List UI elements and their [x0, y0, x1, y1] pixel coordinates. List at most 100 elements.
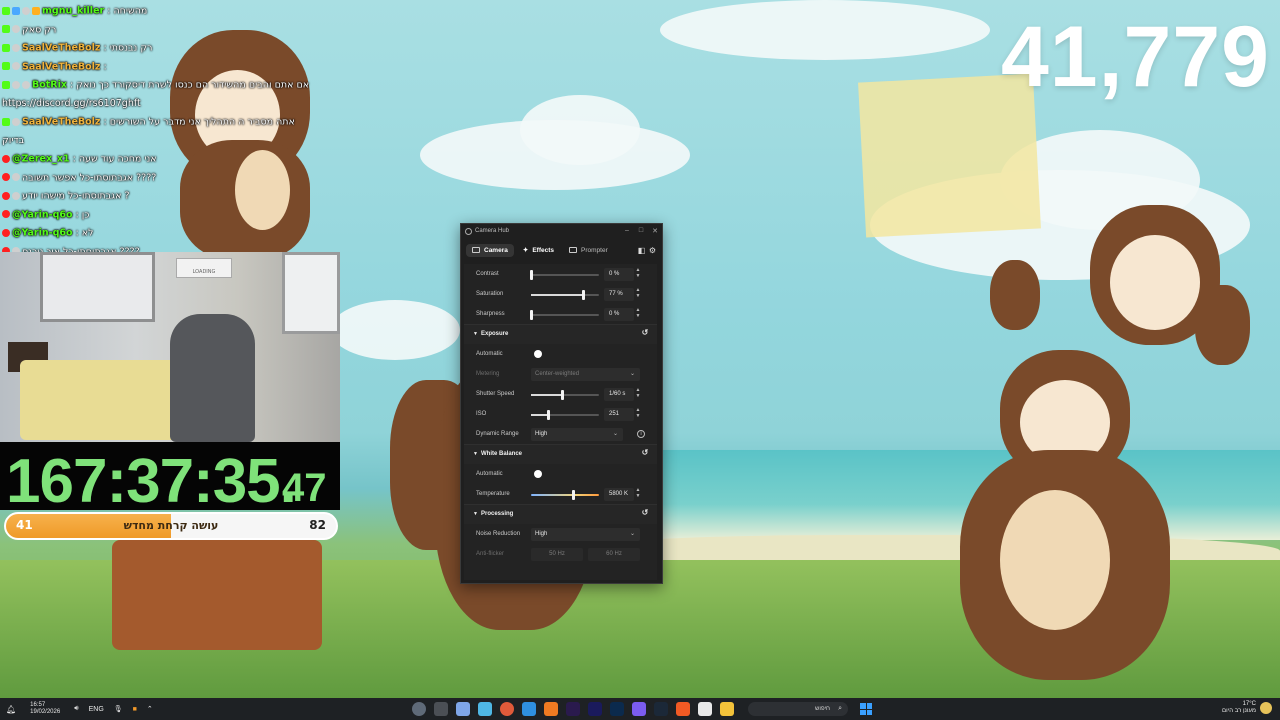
- camera-hub-titlebar[interactable]: Camera Hub – □ ✕: [461, 224, 662, 238]
- layout-toggle-icon[interactable]: ◧: [637, 246, 646, 255]
- taskbar-app-icon[interactable]: [500, 702, 514, 716]
- chat-text: רק סאק: [22, 24, 57, 35]
- camera-hub-window[interactable]: Camera Hub – □ ✕ Camera ✦ Effects Prompt…: [460, 223, 663, 584]
- tab-effects[interactable]: ✦ Effects: [517, 243, 560, 257]
- taskbar-app-icon[interactable]: [434, 702, 448, 716]
- white-balance-section-header[interactable]: ▼ White Balance ↺: [464, 444, 657, 464]
- chat-username[interactable]: @Yarin-q6o: [12, 228, 73, 239]
- tab-camera[interactable]: Camera: [466, 243, 514, 257]
- temperature-stepper-icon[interactable]: ▲ ▼: [635, 487, 641, 499]
- temperature-slider[interactable]: [531, 490, 599, 500]
- contrast-slider-handle[interactable]: [530, 270, 533, 280]
- iso-value[interactable]: 251: [604, 408, 634, 421]
- chat-badges: [2, 206, 12, 224]
- saturation-slider-handle[interactable]: [582, 290, 586, 300]
- volume-icon[interactable]: 🔊︎: [74, 705, 78, 713]
- chat-username[interactable]: mgnu_killer: [42, 6, 104, 17]
- shutter-stepper-icon[interactable]: ▲ ▼: [635, 387, 641, 399]
- contrast-slider[interactable]: [530, 270, 599, 280]
- iso-slider-handle[interactable]: [547, 410, 550, 420]
- taskbar-weather[interactable]: 17°C מעונן רב היום: [1222, 701, 1272, 715]
- taskbar-app-icon[interactable]: [544, 702, 558, 716]
- processing-section-header[interactable]: ▼ Processing ↺: [464, 504, 657, 524]
- chat-badge-icon: [2, 43, 10, 52]
- tray-app-icon[interactable]: ■: [133, 706, 137, 713]
- chat-separator: :: [72, 209, 82, 220]
- taskbar-app-icon[interactable]: [412, 702, 426, 716]
- taskbar-app-icon[interactable]: [632, 702, 646, 716]
- taskbar-app-icon[interactable]: [456, 702, 470, 716]
- tab-prompter[interactable]: Prompter: [563, 244, 614, 257]
- iso-slider[interactable]: [531, 410, 599, 420]
- camera-settings-panel[interactable]: Contrast 0 % ▲ ▼ Saturation 77 % ▲ ▼ Sharp…: [464, 264, 657, 580]
- taskbar-app-icon[interactable]: [522, 702, 536, 716]
- close-icon[interactable]: ✕: [648, 227, 662, 235]
- tab-prompter-label: Prompter: [581, 246, 608, 254]
- reset-icon[interactable]: ↺: [641, 449, 649, 457]
- premiere-icon[interactable]: [588, 702, 602, 716]
- shutter-slider[interactable]: [531, 390, 599, 400]
- minimize-icon[interactable]: –: [620, 227, 634, 235]
- settings-gear-icon[interactable]: ⚙: [648, 246, 657, 255]
- wb-automatic-toggle[interactable]: [534, 470, 542, 478]
- chat-badge-icon: [2, 6, 10, 15]
- metering-dropdown[interactable]: Center-weighted ⌄: [531, 368, 640, 381]
- contrast-stepper-icon[interactable]: ▲ ▼: [635, 267, 641, 279]
- iso-stepper-icon[interactable]: ▲ ▼: [635, 407, 641, 419]
- brave-icon[interactable]: [676, 702, 690, 716]
- dynamic-range-dropdown[interactable]: High ⌄: [531, 428, 623, 441]
- taskbar-app-icon[interactable]: [698, 702, 712, 716]
- maximize-icon[interactable]: □: [634, 227, 648, 235]
- temperature-slider-handle[interactable]: [572, 490, 576, 500]
- show-hidden-icons-chevron-up-icon[interactable]: ⌃: [147, 705, 153, 713]
- temperature-label: Temperature: [476, 491, 510, 497]
- steam-icon[interactable]: [654, 702, 668, 716]
- camera-hub-title: Camera Hub: [475, 228, 510, 234]
- file-explorer-icon[interactable]: [720, 702, 734, 716]
- chat-username[interactable]: SaalVeTheBolz: [22, 117, 100, 128]
- language-indicator[interactable]: ENG: [89, 706, 104, 713]
- taskbar-search-label: חיפוש: [815, 706, 830, 712]
- chat-badge-icon: [2, 80, 10, 89]
- reset-icon[interactable]: ↺: [641, 509, 649, 517]
- chat-message: SaalVeTheBolz : אתה מסביר ה התהליך אני מ…: [0, 113, 340, 132]
- chat-text: רק נבנסתי: [109, 42, 153, 54]
- anti-flicker-60hz-button[interactable]: 60 Hz: [588, 548, 640, 561]
- chat-message: @Zerex_x1 : אני מחכה עוד שעה: [0, 150, 340, 169]
- chat-username[interactable]: SaalVeTheBolz: [22, 43, 100, 54]
- contrast-value[interactable]: 0 %: [604, 268, 634, 281]
- mic-icon[interactable]: 🎙︎: [114, 705, 123, 713]
- weather-temp: 17°C: [1242, 701, 1256, 707]
- info-icon[interactable]: i: [637, 430, 645, 438]
- shutter-value[interactable]: 1/60 s: [604, 388, 634, 401]
- chat-badge-icon: [12, 62, 20, 70]
- sharpness-slider-handle[interactable]: [530, 310, 533, 320]
- chat-username[interactable]: BotRix: [32, 80, 67, 91]
- saturation-stepper-icon[interactable]: ▲ ▼: [635, 287, 641, 299]
- sharpness-stepper-icon[interactable]: ▲ ▼: [635, 307, 641, 319]
- chat-username[interactable]: @Yarin-q6o: [12, 209, 73, 220]
- noise-reduction-dropdown[interactable]: High ⌄: [531, 528, 640, 541]
- saturation-slider[interactable]: [531, 290, 599, 300]
- chat-username[interactable]: @Zerex_x1: [12, 154, 70, 165]
- after-effects-icon[interactable]: [566, 702, 580, 716]
- sharpness-value[interactable]: 0 %: [604, 308, 634, 321]
- temperature-value[interactable]: 5800 K: [604, 488, 634, 501]
- anti-flicker-50hz-button[interactable]: 50 Hz: [531, 548, 583, 561]
- taskbar-app-icon[interactable]: [478, 702, 492, 716]
- exposure-section-header[interactable]: ▼ Exposure ↺: [464, 324, 657, 344]
- chevron-down-icon: ⌄: [629, 371, 635, 377]
- shutter-slider-handle[interactable]: [560, 390, 564, 400]
- chat-username[interactable]: SaalVeTheBolz: [22, 61, 100, 72]
- sharpness-slider[interactable]: [530, 310, 599, 320]
- notification-bell-icon[interactable]: 🔔︎: [6, 705, 16, 714]
- reset-icon[interactable]: ↺: [641, 329, 649, 337]
- windows-start-icon[interactable]: [860, 703, 872, 715]
- taskbar-search-box[interactable]: חיפוש ⌕: [748, 702, 848, 716]
- photoshop-icon[interactable]: [610, 702, 624, 716]
- chevron-down-icon: ⌄: [612, 431, 618, 437]
- exposure-automatic-toggle[interactable]: [534, 350, 542, 358]
- chat-badges: [2, 39, 22, 57]
- taskbar-clock[interactable]: 16:57 19/02/2026: [30, 702, 60, 716]
- saturation-value[interactable]: 77 %: [604, 288, 634, 301]
